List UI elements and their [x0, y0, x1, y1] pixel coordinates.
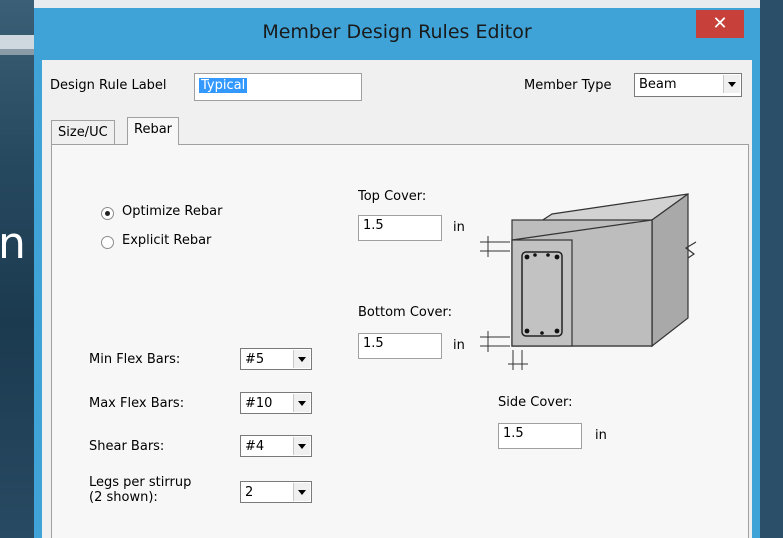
desktop-background-left: [0, 0, 34, 538]
side-cover-input[interactable]: 1.5: [498, 423, 582, 449]
desktop-window-edge: [0, 35, 34, 49]
top-cover-input[interactable]: 1.5: [358, 215, 442, 241]
member-type-label: Member Type: [524, 78, 612, 93]
shear-bars-label: Shear Bars:: [89, 439, 165, 454]
min-flex-bars-dropdown[interactable]: #5: [240, 348, 312, 370]
member-type-dropdown[interactable]: Beam: [634, 73, 742, 97]
close-icon: ✕: [712, 13, 728, 34]
side-cover-label: Side Cover:: [498, 395, 573, 410]
tab-size-uc[interactable]: Size/UC: [51, 120, 115, 144]
rebar-tab-panel: Optimize Rebar Explicit Rebar Min Flex B…: [51, 144, 749, 538]
desktop-background-right: [760, 0, 783, 538]
optimize-rebar-label[interactable]: Optimize Rebar: [122, 204, 222, 219]
min-flex-bars-label: Min Flex Bars:: [89, 352, 181, 367]
close-button[interactable]: ✕: [696, 10, 744, 38]
chevron-down-icon[interactable]: [723, 75, 740, 93]
tab-rebar[interactable]: Rebar: [127, 117, 180, 145]
chevron-down-icon[interactable]: [293, 437, 310, 455]
chevron-down-icon[interactable]: [293, 394, 310, 412]
explicit-rebar-label[interactable]: Explicit Rebar: [122, 233, 211, 248]
desktop-text-fragment: n: [0, 218, 26, 269]
dialog-client-area: Design Rule Label Typical Member Type Be…: [42, 60, 752, 538]
explicit-rebar-radio[interactable]: [101, 236, 114, 249]
legs-label-line1: Legs per stirrup: [89, 475, 192, 490]
window-title: Member Design Rules Editor: [262, 21, 532, 43]
top-cover-unit: in: [453, 220, 465, 235]
side-cover-unit: in: [595, 428, 607, 443]
design-rule-value: Typical: [199, 78, 248, 93]
bottom-cover-unit: in: [453, 338, 465, 353]
max-flex-bars-dropdown[interactable]: #10: [240, 392, 312, 414]
member-design-rules-dialog: Member Design Rules Editor ✕ Design Rule…: [34, 8, 760, 538]
shear-bars-dropdown[interactable]: #4: [240, 435, 312, 457]
design-rule-input[interactable]: Typical: [194, 73, 362, 101]
max-flex-bars-value: #10: [245, 396, 273, 411]
bottom-cover-label: Bottom Cover:: [358, 305, 453, 320]
design-rule-label: Design Rule Label: [50, 78, 167, 93]
bottom-cover-input[interactable]: 1.5: [358, 333, 442, 359]
member-type-value: Beam: [639, 77, 677, 92]
optimize-rebar-radio[interactable]: [101, 207, 114, 220]
max-flex-bars-label: Max Flex Bars:: [89, 396, 185, 411]
legs-label-line2: (2 shown):: [89, 490, 158, 505]
desktop-background-top: [34, 0, 783, 8]
legs-per-stirrup-label: Legs per stirrup (2 shown):: [89, 475, 191, 505]
chevron-down-icon[interactable]: [293, 350, 310, 368]
desktop-window-edge-shadow: [0, 49, 34, 55]
shear-bars-value: #4: [245, 439, 265, 454]
legs-per-stirrup-dropdown[interactable]: 2: [240, 481, 312, 503]
legs-per-stirrup-value: 2: [245, 485, 254, 500]
min-flex-bars-value: #5: [245, 352, 265, 367]
top-cover-label: Top Cover:: [358, 189, 427, 204]
chevron-down-icon[interactable]: [293, 483, 310, 501]
title-bar[interactable]: Member Design Rules Editor ✕: [34, 8, 760, 58]
beam-section-diagram: [480, 192, 697, 370]
